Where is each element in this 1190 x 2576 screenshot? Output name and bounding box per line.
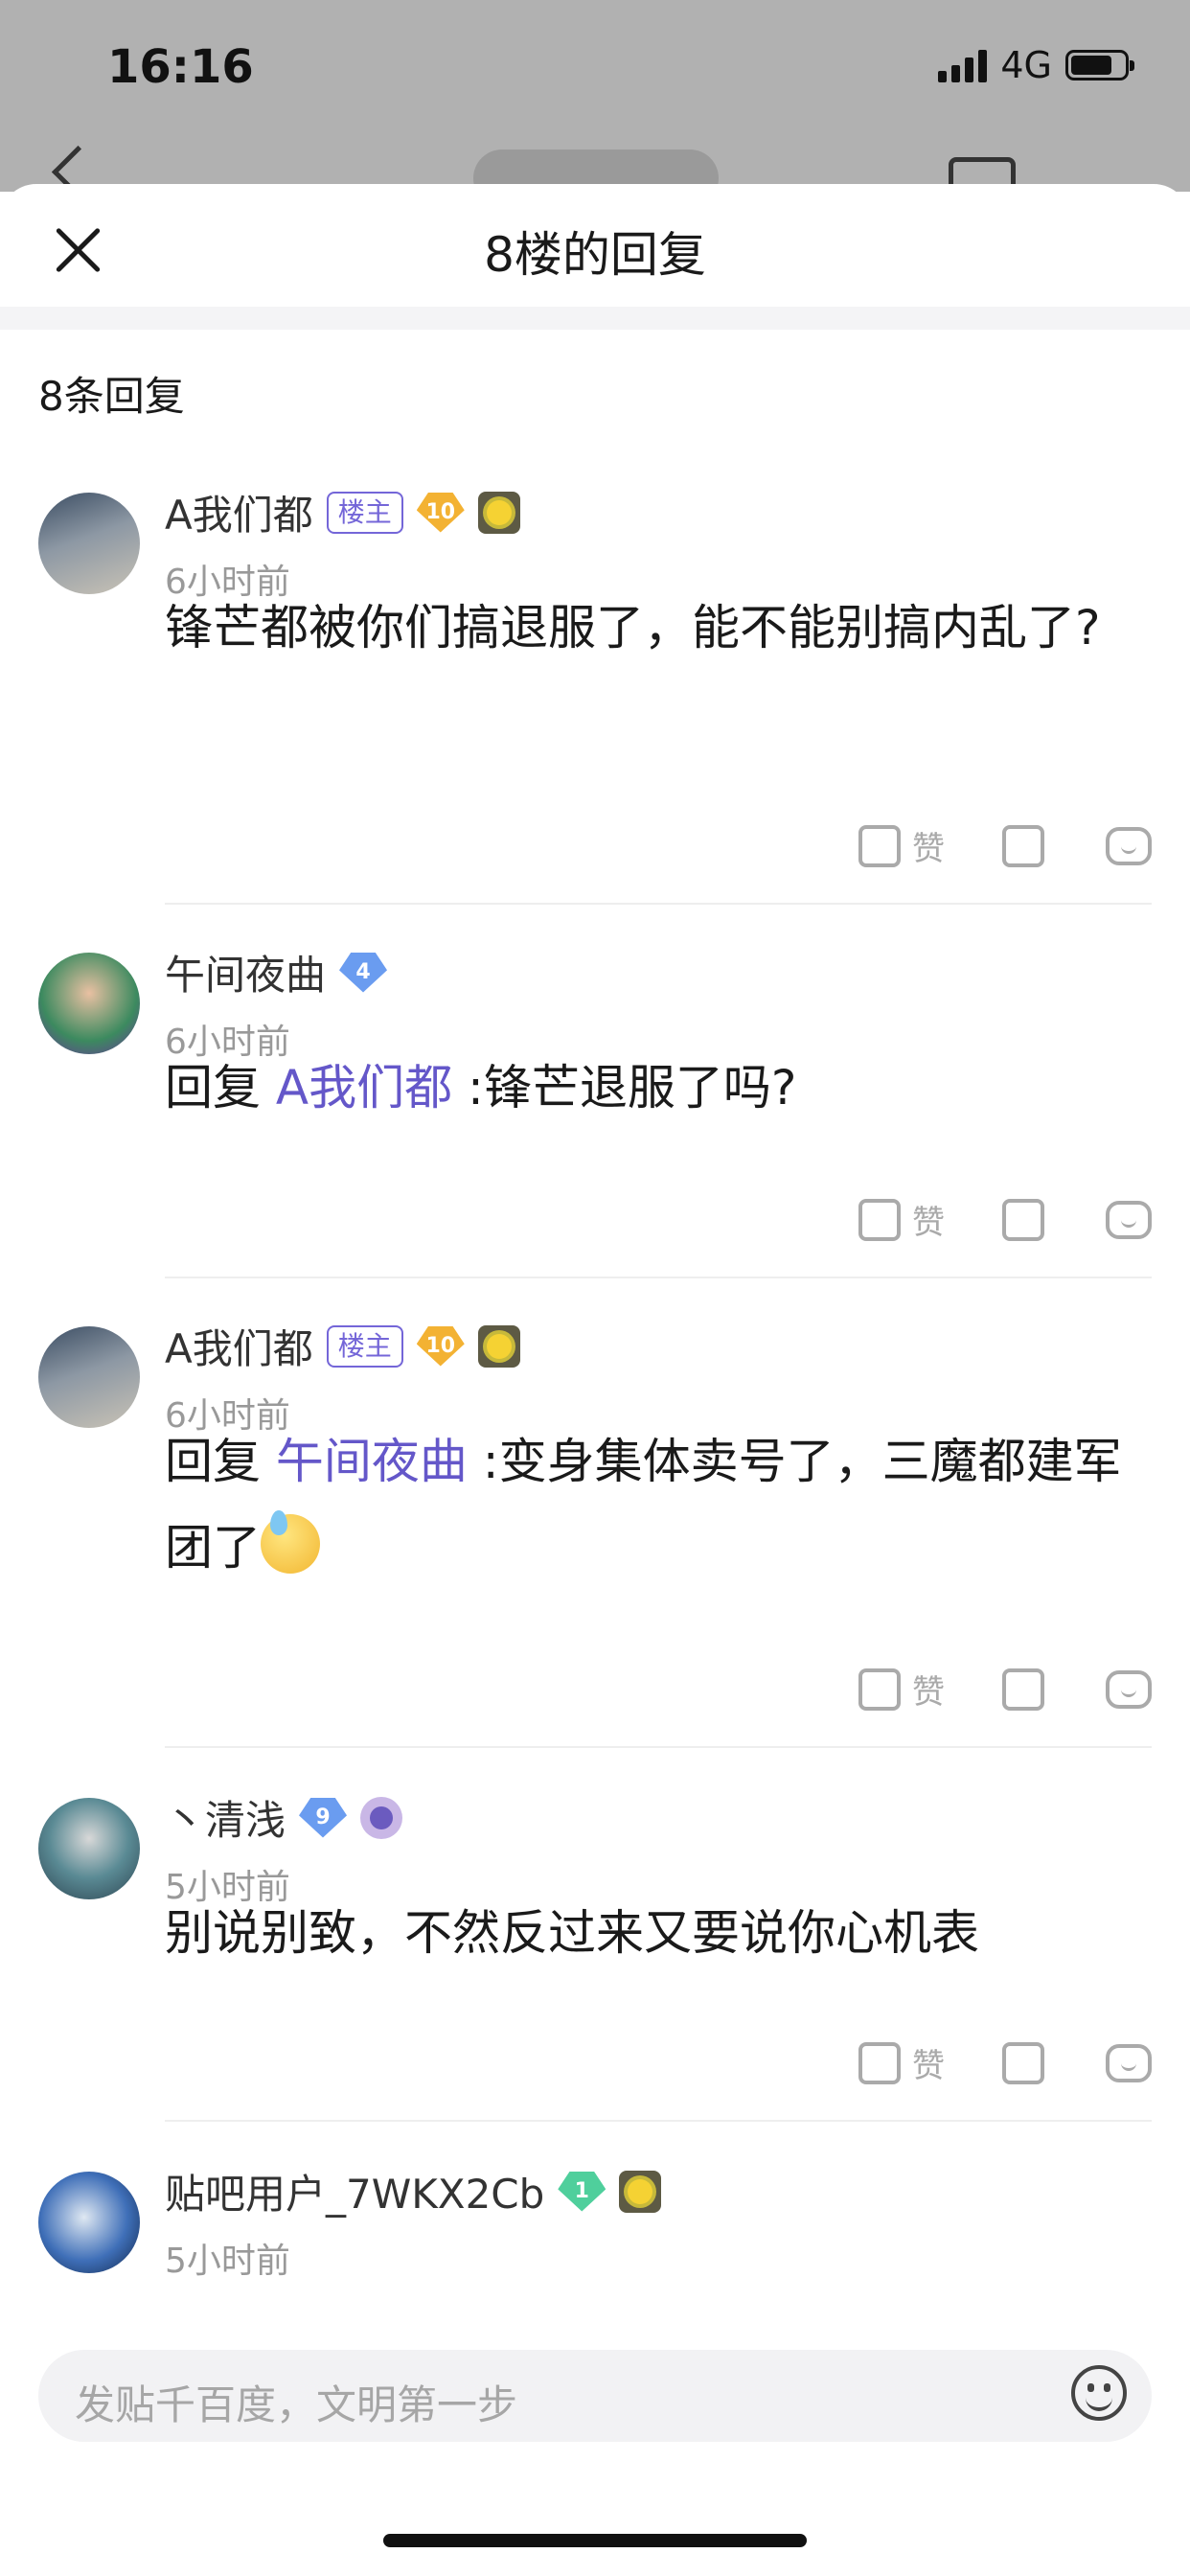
comment-divider (165, 1276, 1152, 1278)
thumb-down-icon[interactable] (1002, 1198, 1044, 1241)
mention-link[interactable]: 午间夜曲 (276, 1434, 468, 1489)
username[interactable]: 午间夜曲 (165, 943, 326, 1001)
owner-badge: 楼主 (326, 1324, 403, 1368)
reply-prefix: 回复 (165, 1434, 261, 1489)
sweat-emoji-icon (261, 1510, 320, 1574)
avatar[interactable] (38, 1798, 140, 1899)
reply-icon[interactable] (1106, 826, 1152, 865)
thumb-up-icon (858, 2041, 901, 2084)
comment-input[interactable]: 发贴千百度，文明第一步 (38, 2350, 1152, 2442)
username[interactable]: A我们都 (165, 483, 313, 541)
thumb-down-icon[interactable] (1002, 2041, 1044, 2084)
status-time: 16:16 (107, 40, 254, 94)
comment-header: A我们都 楼主 10 (165, 483, 520, 541)
avatar[interactable] (38, 953, 140, 1054)
like-button[interactable]: 赞 (858, 2039, 1002, 2086)
home-indicator (383, 2534, 807, 2547)
comment-header: 丶清浅 9 (165, 1788, 403, 1847)
network-type: 4G (1000, 44, 1052, 86)
comment-divider (165, 2120, 1152, 2122)
comment-time: 5小时前 (165, 2242, 290, 2281)
medal-icon (619, 2170, 662, 2213)
like-label: 赞 (912, 1204, 945, 1242)
level-badge: 1 (558, 2171, 606, 2212)
username[interactable]: A我们都 (165, 1317, 313, 1375)
comment-header: 午间夜曲 4 (165, 943, 388, 1001)
avatar[interactable] (38, 493, 140, 594)
comment-text: 回复 午间夜曲 :变身集体卖号了，三魔都建军团了 (165, 1418, 1133, 1591)
username[interactable]: 丶清浅 (165, 1788, 286, 1847)
reply-sheet: 8楼的回复 8条回复 A我们都 楼主 10 6小时前 锋芒都被你们搞退服了，能不… (0, 184, 1190, 2576)
comment-actions: 赞 (858, 1196, 1152, 1243)
medal-icon (477, 491, 520, 534)
reply-prefix: 回复 (165, 1060, 261, 1116)
username[interactable]: 贴吧用户_7WKX2Cb (165, 2162, 544, 2220)
comment-divider (165, 903, 1152, 905)
mention-link[interactable]: A我们都 (276, 1060, 452, 1116)
medal-icon (477, 1324, 520, 1368)
comment-text: 锋芒都被你们搞退服了，能不能别搞内乱了? (165, 600, 1101, 656)
comment-header: A我们都 楼主 10 (165, 1317, 520, 1375)
reply-body: :锋芒退服了吗? (452, 1060, 797, 1116)
input-placeholder: 发贴千百度，文明第一步 (75, 2381, 518, 2428)
owner-badge: 楼主 (326, 491, 403, 534)
like-button[interactable]: 赞 (858, 1666, 1002, 1713)
reply-icon[interactable] (1106, 1200, 1152, 1239)
comment-header: 贴吧用户_7WKX2Cb 1 (165, 2162, 662, 2220)
like-label: 赞 (912, 1673, 945, 1712)
avatar[interactable] (38, 1326, 140, 1428)
sheet-header: 8楼的回复 (0, 184, 1190, 307)
comment-text: 回复 A我们都 :锋芒退服了吗? (165, 1045, 1133, 1131)
header-divider (0, 307, 1190, 330)
signal-icon (938, 48, 988, 82)
comment-text: 别说别致，不然反过来又要说你心机表 (165, 1905, 979, 1961)
reply-icon[interactable] (1106, 2043, 1152, 2082)
comment-actions: 赞 (858, 2039, 1152, 2086)
level-badge: 9 (299, 1797, 348, 1838)
status-indicators: 4G (938, 44, 1134, 86)
like-label: 赞 (912, 830, 945, 868)
thumb-down-icon[interactable] (1002, 1668, 1044, 1711)
comment-actions: 赞 (858, 1666, 1152, 1713)
background-page-header: 16:16 4G (0, 0, 1190, 211)
level-badge: 10 (416, 492, 465, 533)
level-badge: 10 (416, 1325, 465, 1367)
thumb-down-icon[interactable] (1002, 824, 1044, 867)
comment-divider (165, 1746, 1152, 1748)
page-title: 8楼的回复 (484, 227, 706, 283)
reply-icon[interactable] (1106, 1669, 1152, 1709)
battery-icon (1065, 50, 1134, 80)
thumb-up-icon (858, 824, 901, 867)
emoji-icon[interactable] (1071, 2365, 1127, 2421)
ring-medal-icon (360, 1796, 403, 1839)
like-button[interactable]: 赞 (858, 822, 1002, 869)
avatar[interactable] (38, 2172, 140, 2273)
thumb-up-icon (858, 1198, 901, 1241)
comment-actions: 赞 (858, 822, 1152, 869)
thumb-up-icon (858, 1668, 901, 1711)
like-button[interactable]: 赞 (858, 1196, 1002, 1243)
level-badge: 4 (339, 952, 388, 993)
reply-count: 8条回复 (38, 373, 185, 420)
like-label: 赞 (912, 2047, 945, 2085)
